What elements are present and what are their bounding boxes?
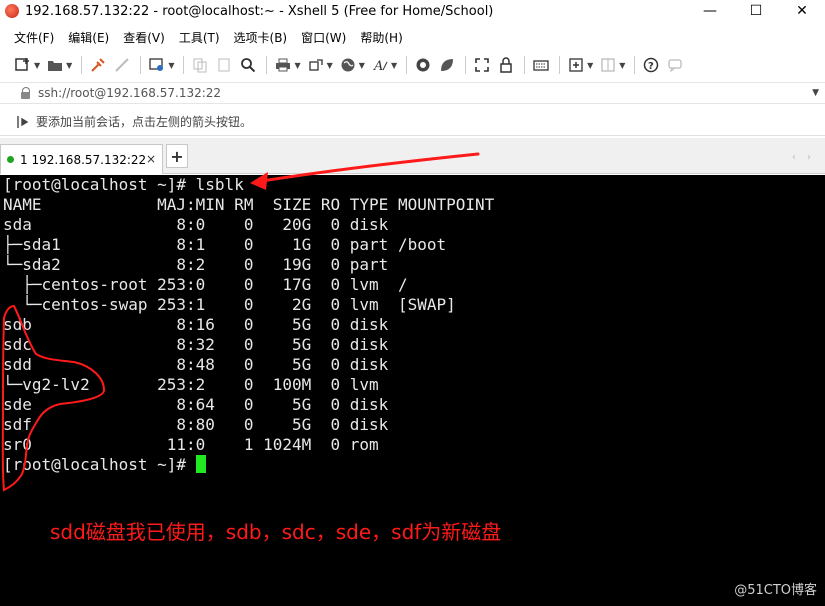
chevron-down-icon[interactable]: ▼: [812, 88, 819, 98]
layout-icon[interactable]: [597, 54, 619, 76]
terminal-line: sr0 11:0 1 1024M 0 rom: [3, 435, 379, 454]
window-title: 192.168.57.132:22 - root@localhost:~ - X…: [25, 3, 494, 19]
lock-icon[interactable]: [495, 54, 517, 76]
terminal-line: NAME MAJ:MIN RM SIZE RO TYPE MOUNTPOINT: [3, 195, 495, 214]
toolbar-separator: [524, 56, 526, 74]
toolbar-separator: [140, 56, 142, 74]
chevron-down-icon[interactable]: ▼: [359, 61, 365, 70]
toolbar-separator: [81, 56, 83, 74]
terminal-line: └─centos-swap 253:1 0 2G 0 lvm [SWAP]: [3, 295, 456, 314]
terminal-line: sde 8:64 0 5G 0 disk: [3, 395, 389, 414]
add-session-arrow-icon[interactable]: [16, 115, 30, 129]
fullscreen-icon[interactable]: [471, 54, 493, 76]
menu-edit[interactable]: 编辑(E): [68, 29, 109, 46]
terminal-line: sdf 8:80 0 5G 0 disk: [3, 415, 389, 434]
toolbar-separator: [183, 56, 185, 74]
svg-text:A: A: [373, 59, 383, 73]
session-properties-icon[interactable]: [146, 54, 168, 76]
session-tab-label: 1 192.168.57.132:22: [20, 152, 147, 167]
chevron-down-icon[interactable]: ▼: [294, 61, 300, 70]
toolbar-separator: [634, 56, 636, 74]
menu-bar: 文件(F) 编辑(E) 查看(V) 工具(T) 选项卡(B) 窗口(W) 帮助(…: [0, 26, 825, 48]
address-text[interactable]: ssh://root@192.168.57.132:22: [38, 86, 221, 100]
chevron-down-icon[interactable]: ▼: [168, 61, 174, 70]
new-session-icon[interactable]: [12, 54, 34, 76]
terminal-line: sdb 8:16 0 5G 0 disk: [3, 315, 389, 334]
toolbar-separator: [465, 56, 467, 74]
add-icon[interactable]: [565, 54, 587, 76]
address-bar[interactable]: ssh://root@192.168.57.132:22 ▼: [0, 82, 825, 104]
xshell-app-icon: [5, 4, 19, 18]
open-folder-icon[interactable]: [44, 54, 66, 76]
terminal-line: [root@localhost ~]# lsblk: [3, 175, 244, 194]
xmanager-icon[interactable]: [436, 54, 458, 76]
terminal-cursor: [195, 455, 206, 473]
connected-status-icon: [7, 156, 14, 163]
session-tab[interactable]: 1 192.168.57.132:22 ×: [0, 144, 163, 174]
minimize-button[interactable]: —: [687, 0, 733, 22]
title-bar: 192.168.57.132:22 - root@localhost:~ - X…: [0, 0, 825, 22]
terminal-line: sdd 8:48 0 5G 0 disk: [3, 355, 389, 374]
globe-icon[interactable]: [337, 54, 359, 76]
help-icon[interactable]: ?: [640, 54, 662, 76]
close-icon[interactable]: ×: [146, 152, 156, 166]
copy-icon[interactable]: [189, 54, 211, 76]
terminal-line: sdc 8:32 0 5G 0 disk: [3, 335, 389, 354]
transfer-icon[interactable]: [305, 54, 327, 76]
menu-tabs[interactable]: 选项卡(B): [234, 29, 288, 46]
terminal-line: └─vg2-lv2 253:2 0 100M 0 lvm: [3, 375, 379, 394]
chevron-down-icon[interactable]: ▼: [587, 61, 593, 70]
toolbar-separator: [406, 56, 408, 74]
toolbar-separator: [266, 56, 268, 74]
maximize-button[interactable]: ☐: [733, 0, 779, 22]
chevron-down-icon[interactable]: ▼: [327, 61, 333, 70]
add-tab-button[interactable]: +: [166, 144, 188, 168]
xftp-icon[interactable]: [412, 54, 434, 76]
chevron-down-icon[interactable]: ▼: [619, 61, 625, 70]
reconnect-icon[interactable]: [87, 54, 109, 76]
menu-help[interactable]: 帮助(H): [360, 29, 402, 46]
toolbar: ▼ ▼ ▼ ▼ ▼ ▼ A ▼ ▼ ▼ ?: [0, 50, 825, 80]
toolbar-separator: [559, 56, 561, 74]
tab-bar: 1 192.168.57.132:22 × + ‹ ›: [0, 138, 825, 174]
chevron-down-icon[interactable]: ▼: [34, 61, 40, 70]
disconnect-icon[interactable]: [111, 54, 133, 76]
print-icon[interactable]: [272, 54, 294, 76]
watermark: @51CTO博客: [734, 583, 817, 598]
menu-view[interactable]: 查看(V): [123, 29, 165, 46]
window-controls: — ☐ ✕: [687, 0, 825, 22]
terminal-line: └─sda2 8:2 0 19G 0 part: [3, 255, 389, 274]
menu-file[interactable]: 文件(F): [14, 29, 54, 46]
menu-tools[interactable]: 工具(T): [179, 29, 220, 46]
terminal-line: ├─centos-root 253:0 0 17G 0 lvm /: [3, 275, 408, 294]
search-icon[interactable]: [237, 54, 259, 76]
chevron-down-icon[interactable]: ▼: [66, 61, 72, 70]
menu-window[interactable]: 窗口(W): [301, 29, 346, 46]
close-button[interactable]: ✕: [779, 0, 825, 22]
paste-icon[interactable]: [213, 54, 235, 76]
svg-text:?: ?: [648, 61, 654, 72]
tab-scroll-arrows[interactable]: ‹ ›: [792, 152, 815, 163]
terminal-prompt: [root@localhost ~]#: [3, 455, 196, 474]
lock-icon: [20, 87, 32, 99]
terminal-line: ├─sda1 8:1 0 1G 0 part /boot: [3, 235, 447, 254]
chevron-down-icon[interactable]: ▼: [391, 61, 397, 70]
hint-bar: 要添加当前会话，点击左侧的箭头按钮。: [0, 108, 825, 136]
chat-icon[interactable]: [664, 54, 686, 76]
hint-text: 要添加当前会话，点击左侧的箭头按钮。: [36, 115, 253, 129]
font-icon[interactable]: A: [369, 54, 391, 76]
terminal-prompt-line: [root@localhost ~]#: [3, 455, 206, 475]
annotation-note: sdd磁盘我已使用，sdb，sdc，sde，sdf为新磁盘: [50, 520, 502, 544]
terminal-line: sda 8:0 0 20G 0 disk: [3, 215, 389, 234]
keyboard-icon[interactable]: [530, 54, 552, 76]
